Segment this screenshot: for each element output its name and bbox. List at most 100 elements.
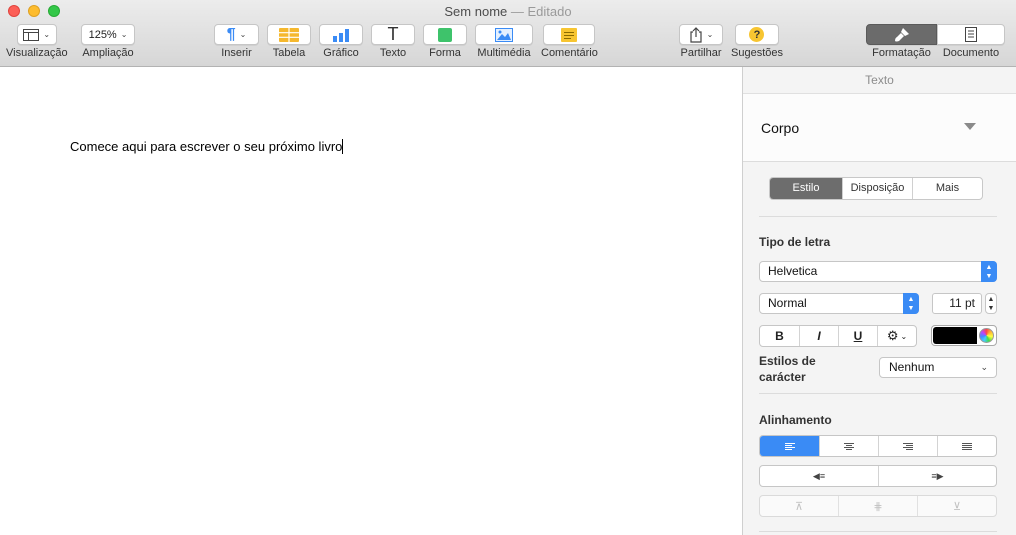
tips-label: Sugestões: [731, 47, 783, 59]
typeface-popup[interactable]: Normal ▲ ▼: [759, 293, 919, 314]
align-top-icon: ⊼: [794, 500, 804, 513]
insert-button[interactable]: ¶ ⌄: [214, 24, 259, 45]
chart-tool[interactable]: Gráfico: [319, 24, 363, 59]
char-styles-value: Nenhum: [889, 360, 935, 374]
table-tool[interactable]: Tabela: [267, 24, 311, 59]
inspector-header: Texto: [743, 67, 1016, 94]
triangle-down-icon[interactable]: [964, 123, 976, 130]
tab-style[interactable]: Estilo: [770, 178, 842, 199]
align-right-icon: [903, 442, 913, 450]
align-top-button[interactable]: ⊼: [760, 496, 838, 516]
char-styles-label-line2: carácter: [759, 370, 806, 384]
sidebar-view-icon: [23, 28, 40, 41]
text-box-icon: T: [387, 24, 399, 44]
char-styles-label: Estilos de carácter: [759, 353, 816, 385]
divider: [759, 531, 997, 532]
text-color-swatch[interactable]: [933, 327, 977, 344]
tab-more[interactable]: Mais: [912, 178, 982, 199]
char-styles-popup[interactable]: Nenhum ⌄: [879, 357, 997, 378]
chart-button[interactable]: [319, 24, 363, 45]
text-tool[interactable]: T Texto: [371, 24, 415, 59]
paragraph-style-selector[interactable]: Corpo: [743, 94, 1016, 162]
popup-arrows-icon: ▲ ▼: [903, 293, 919, 314]
media-tool[interactable]: Multimédia: [475, 24, 533, 59]
text-button[interactable]: T: [371, 24, 415, 45]
zoom-tool[interactable]: 125% ⌄ Ampliação: [81, 24, 135, 59]
char-styles-label-line1: Estilos de: [759, 354, 816, 368]
decrease-indent-button[interactable]: ◀≡: [760, 466, 878, 486]
share-tool[interactable]: ⌄ Partilhar: [679, 24, 723, 59]
color-wheel-icon[interactable]: [979, 328, 994, 343]
document-name: Sem nome: [444, 4, 508, 19]
shape-label: Forma: [429, 47, 461, 59]
document-canvas[interactable]: Comece aqui para escrever o seu próximo …: [0, 67, 742, 535]
align-center-icon: [844, 442, 854, 450]
bold-button[interactable]: B: [760, 326, 799, 346]
comment-button[interactable]: [543, 24, 596, 45]
insert-tool[interactable]: ¶ ⌄ Inserir: [214, 24, 259, 59]
tips-button[interactable]: ?: [734, 24, 779, 45]
comment-icon: [561, 27, 578, 42]
shape-tool[interactable]: Forma: [423, 24, 467, 59]
text-label: Texto: [379, 47, 407, 59]
align-middle-icon: ⋕: [873, 500, 883, 513]
share-button[interactable]: ⌄: [679, 24, 723, 45]
shape-button[interactable]: [423, 24, 467, 45]
italic-button[interactable]: I: [799, 326, 838, 346]
comment-tool[interactable]: Comentário: [541, 24, 598, 59]
image-icon: [495, 27, 513, 42]
alignment-buttons: [759, 435, 997, 457]
increase-indent-button[interactable]: ≡▶: [878, 466, 996, 486]
align-middle-button[interactable]: ⋕: [838, 496, 917, 516]
popup-arrows-icon: ▲ ▼: [981, 261, 997, 282]
view-button[interactable]: ⌄: [16, 24, 57, 45]
underline-button[interactable]: U: [838, 326, 877, 346]
format-tool[interactable]: Formatação: [866, 24, 937, 59]
align-left-icon: [784, 442, 795, 450]
alignment-section-title: Alinhamento: [759, 413, 832, 427]
format-label: Formatação: [872, 47, 931, 59]
inspector-tabs: Estilo Disposição Mais: [769, 177, 983, 200]
decrease-indent-icon: ◀≡: [812, 470, 826, 481]
align-bottom-icon: ⊻: [952, 500, 962, 513]
align-center-button[interactable]: [819, 436, 878, 456]
justify-icon: [962, 442, 972, 450]
table-button[interactable]: [267, 24, 311, 45]
share-label: Partilhar: [680, 47, 722, 59]
chevron-down-icon: ⌄: [239, 30, 247, 39]
zoom-value: 125%: [88, 28, 117, 41]
paragraph-style-name: Corpo: [761, 120, 800, 136]
table-icon: [279, 27, 299, 42]
font-size-stepper[interactable]: ▲ ▼: [985, 293, 997, 314]
view-label: Visualização: [6, 47, 68, 59]
tab-layout[interactable]: Disposição: [842, 178, 912, 199]
divider: [759, 393, 997, 394]
body-text[interactable]: Comece aqui para escrever o seu próximo …: [70, 139, 344, 154]
comment-label: Comentário: [541, 47, 598, 59]
insert-label: Inserir: [221, 47, 252, 59]
document-tool[interactable]: Documento: [937, 24, 1005, 59]
align-left-button[interactable]: [760, 436, 819, 456]
increase-indent-icon: ≡▶: [931, 470, 944, 481]
view-tool[interactable]: ⌄ Visualização: [6, 24, 68, 59]
vertical-alignment-buttons: ⊼ ⋕ ⊻: [759, 495, 997, 517]
tips-tool[interactable]: ? Sugestões: [731, 24, 783, 59]
chevron-down-icon: ⌄: [120, 30, 128, 39]
text-options-button[interactable]: ⚙ ⌄: [877, 326, 916, 346]
chevron-down-icon: ⌄: [900, 331, 908, 341]
justify-button[interactable]: [937, 436, 996, 456]
title-separator: —: [510, 4, 524, 19]
align-right-button[interactable]: [878, 436, 937, 456]
format-button[interactable]: [866, 24, 937, 45]
document-button[interactable]: [937, 24, 1005, 45]
body-text-content[interactable]: Comece aqui para escrever o seu próximo …: [70, 139, 342, 154]
format-inspector: Texto Corpo Estilo Disposição Mais Tipo …: [742, 67, 1016, 535]
media-button[interactable]: [475, 24, 533, 45]
font-size-field[interactable]: 11 pt: [932, 293, 982, 314]
text-style-buttons: B I U ⚙ ⌄: [759, 325, 917, 347]
zoom-popup[interactable]: 125% ⌄: [81, 24, 135, 45]
text-color-well[interactable]: [931, 325, 997, 346]
align-bottom-button[interactable]: ⊻: [917, 496, 996, 516]
font-family-popup[interactable]: Helvetica ▲ ▼: [759, 261, 997, 282]
window-toolbar: Sem nome — Editado ⌄ Visualização 125% ⌄…: [0, 0, 1016, 67]
